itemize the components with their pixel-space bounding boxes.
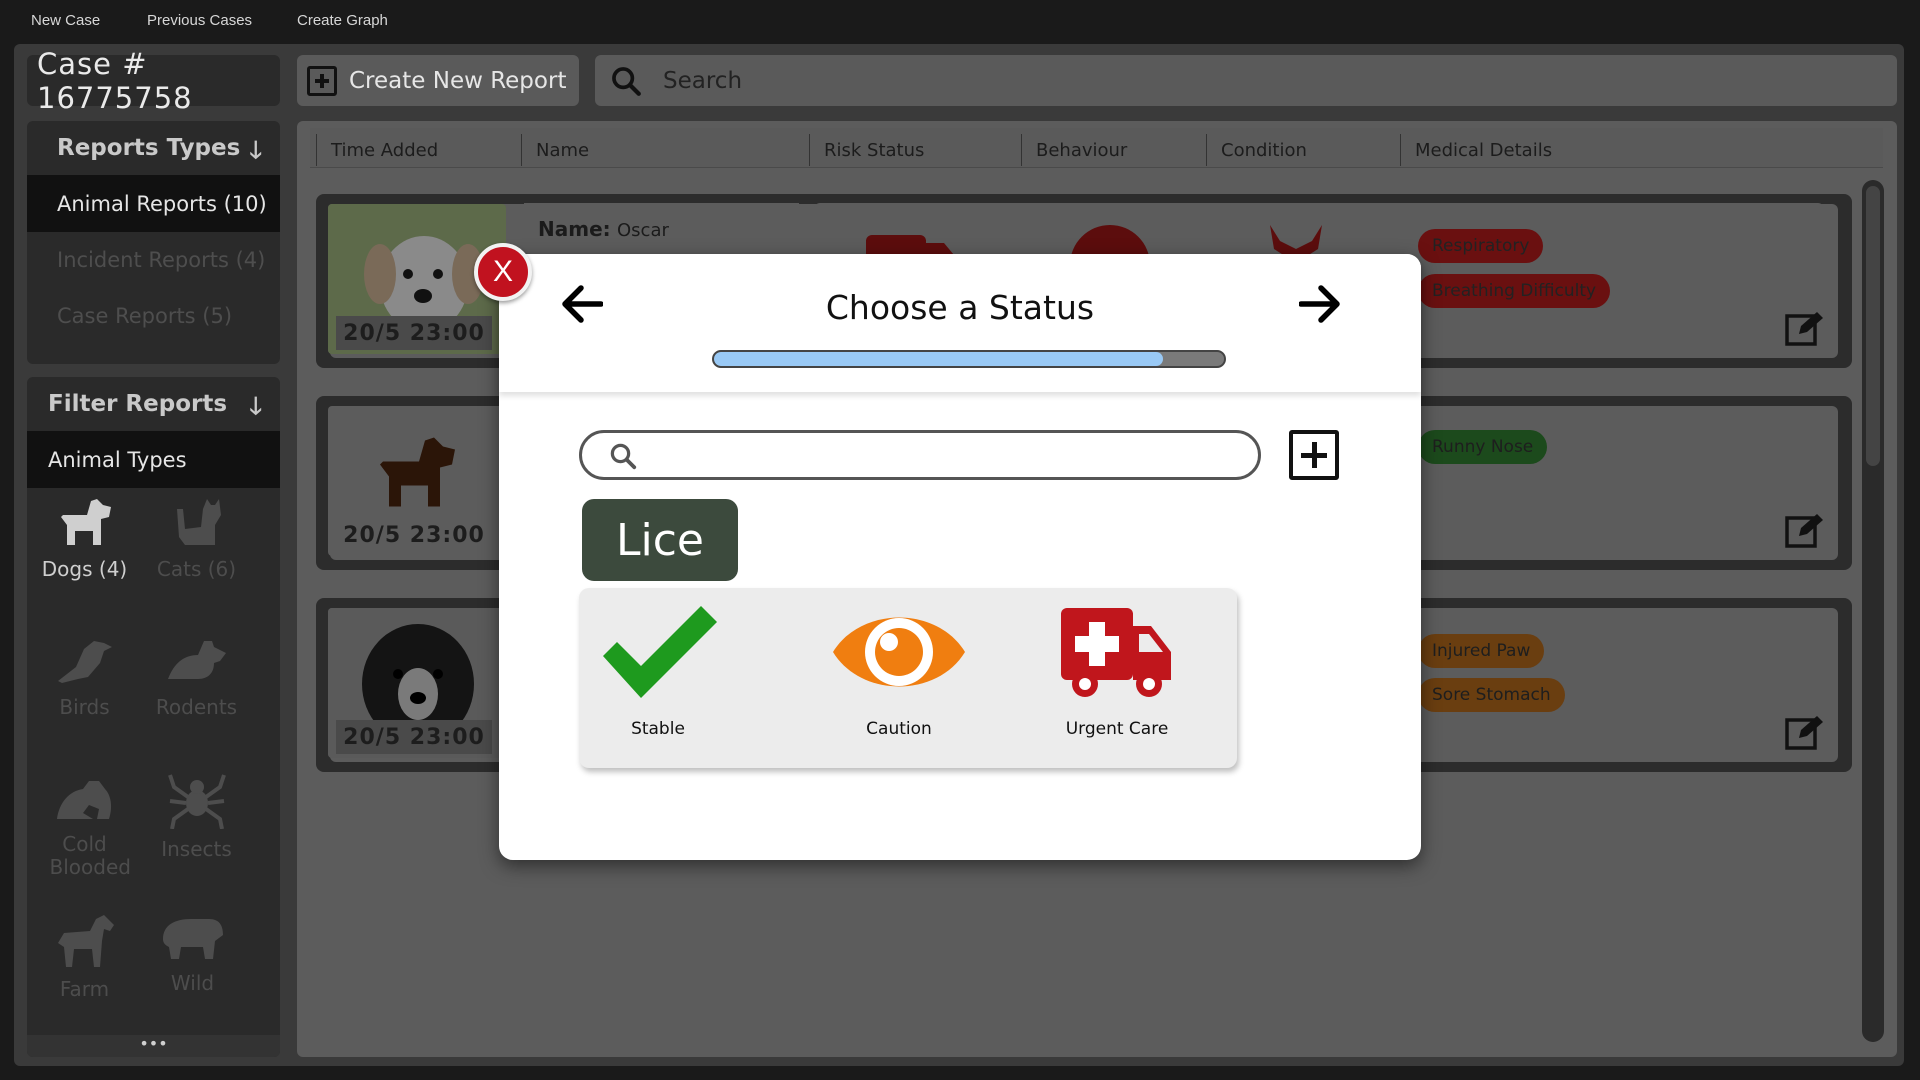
tag-runny-nose: Runny Nose xyxy=(1418,430,1548,464)
column-time-added[interactable]: Time Added xyxy=(316,134,527,166)
status-search-input[interactable] xyxy=(579,430,1261,480)
filter-cold-blooded[interactable]: Cold Blooded xyxy=(27,773,142,879)
case-number-label: Case # 16775758 xyxy=(27,47,280,115)
progress-bar xyxy=(712,350,1226,368)
top-menu-bar: New Case Previous Cases Create Graph xyxy=(0,0,1920,44)
menu-create-graph[interactable]: Create Graph xyxy=(297,12,388,29)
spider-icon xyxy=(167,774,226,829)
arrow-down-icon: 🡓 xyxy=(249,136,262,164)
report-types-title: Reports Types xyxy=(57,135,241,161)
plus-box-icon xyxy=(307,65,337,96)
frog-icon xyxy=(56,781,111,819)
report-types-header[interactable]: Reports Types 🡓 xyxy=(27,121,280,175)
tag-breathing-difficulty: Breathing Difficulty xyxy=(1418,274,1611,308)
create-new-report-label: Create New Report xyxy=(349,67,567,94)
filter-farm[interactable]: Farm xyxy=(27,913,142,1001)
cat-icon xyxy=(176,499,221,545)
status-option-caution[interactable]: Caution xyxy=(831,606,967,739)
tag-injured-paw: Injured Paw xyxy=(1418,634,1545,668)
create-new-report-button[interactable]: Create New Report xyxy=(297,55,579,106)
edit-icon[interactable] xyxy=(1785,714,1825,750)
time-added: 20/5 23:00 xyxy=(336,518,492,552)
column-medical-details[interactable]: Medical Details xyxy=(1400,134,1853,166)
search-placeholder: Search xyxy=(663,67,743,94)
ambulance-icon xyxy=(1061,608,1171,697)
filter-birds[interactable]: Birds xyxy=(27,633,142,719)
tag-sore-stomach: Sore Stomach xyxy=(1418,678,1565,712)
scrollbar-thumb[interactable] xyxy=(1866,186,1880,466)
report-types-panel: Reports Types 🡓 Animal Reports (10) Inci… xyxy=(27,121,280,364)
search-input[interactable]: Search xyxy=(595,55,1897,106)
column-name[interactable]: Name xyxy=(521,134,809,166)
selected-condition-chip[interactable]: Lice xyxy=(582,499,738,581)
search-icon xyxy=(612,66,641,96)
sidebar-item-case-reports[interactable]: Case Reports (5) xyxy=(27,288,280,344)
column-risk-status[interactable]: Risk Status xyxy=(809,134,1021,166)
filter-reports-header[interactable]: Filter Reports 🡓 xyxy=(27,377,280,431)
table-header: Time Added Name Risk Status Behaviour Co… xyxy=(310,128,1883,168)
tag-respiratory: Respiratory xyxy=(1418,229,1544,263)
sidebar-item-animal-reports[interactable]: Animal Reports (10) xyxy=(27,175,280,232)
progress-bar-fill xyxy=(714,352,1163,366)
status-options-panel: Stable Caution Urgent Care xyxy=(579,588,1237,768)
time-added: 20/5 23:00 xyxy=(336,316,492,350)
column-condition[interactable]: Condition xyxy=(1206,134,1400,166)
close-dialog-button[interactable]: X xyxy=(474,243,532,301)
status-option-stable[interactable]: Stable xyxy=(597,606,719,739)
horse-icon xyxy=(57,915,114,967)
dog-icon xyxy=(380,437,455,507)
rodent-icon xyxy=(167,641,226,679)
filter-reports-title: Filter Reports xyxy=(48,391,228,417)
time-added: 20/5 23:00 xyxy=(336,720,492,754)
bird-icon xyxy=(57,641,112,683)
column-behaviour[interactable]: Behaviour xyxy=(1021,134,1206,166)
arrow-down-icon: 🡓 xyxy=(249,392,262,420)
add-status-button[interactable] xyxy=(1289,430,1339,480)
menu-previous-cases[interactable]: Previous Cases xyxy=(147,12,252,29)
status-option-urgent-care[interactable]: Urgent Care xyxy=(1057,606,1177,739)
hippo-icon xyxy=(162,919,223,959)
filter-reports-panel: Filter Reports 🡓 Animal Types Dogs (4) C… xyxy=(27,377,280,1057)
animal-types-label: Animal Types xyxy=(27,431,280,488)
forward-arrow-icon[interactable] xyxy=(1298,284,1341,334)
filter-rodents[interactable]: Rodents xyxy=(139,633,254,719)
eye-icon xyxy=(833,617,965,687)
search-icon xyxy=(610,443,637,470)
choose-status-dialog: Choose a Status Lice Stable Caution Urge… xyxy=(499,254,1421,860)
edit-icon[interactable] xyxy=(1785,310,1825,346)
dialog-title: Choose a Status xyxy=(825,288,1095,327)
dialog-header: Choose a Status xyxy=(499,254,1421,392)
filter-cats[interactable]: Cats (6) xyxy=(139,495,254,581)
filter-insects[interactable]: Insects xyxy=(139,773,254,861)
dog-icon xyxy=(60,499,111,545)
menu-new-case[interactable]: New Case xyxy=(31,12,100,29)
edit-icon[interactable] xyxy=(1785,512,1825,548)
sidebar-item-incident-reports[interactable]: Incident Reports (4) xyxy=(27,232,280,288)
checkmark-icon xyxy=(603,606,717,698)
more-animals-handle[interactable]: ••• xyxy=(27,1035,280,1057)
filter-wild[interactable]: Wild xyxy=(135,913,250,995)
filter-dogs[interactable]: Dogs (4) xyxy=(27,495,142,581)
